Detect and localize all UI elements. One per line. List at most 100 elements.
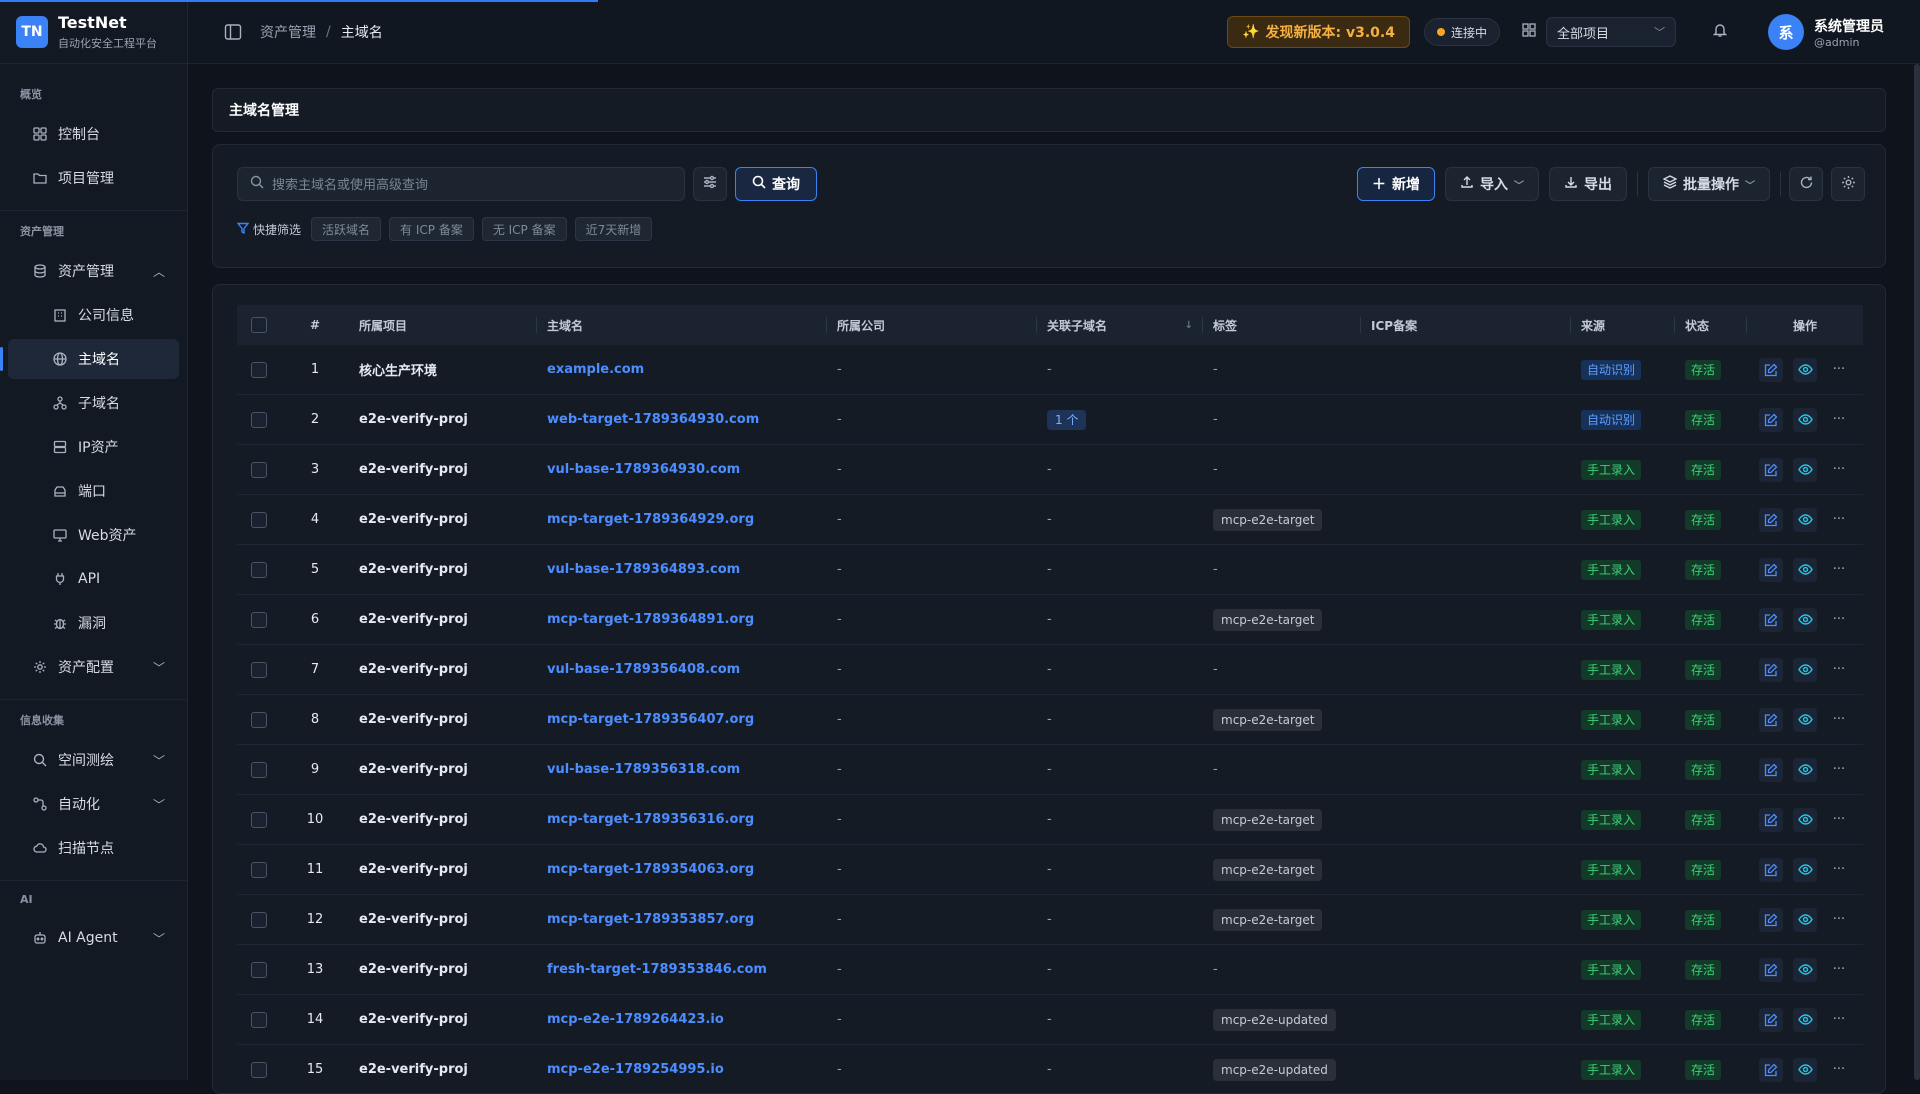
row-checkbox[interactable] [251, 961, 267, 978]
brand[interactable]: TN TestNet 自动化安全工程平台 [0, 0, 187, 64]
sidebar-item-scan-nodes[interactable]: 扫描节点 [8, 828, 179, 868]
new-version-button[interactable]: ✨ 发现新版本: v3.0.4 [1227, 16, 1410, 48]
row-domain-link[interactable]: web-target-1789364930.com [547, 412, 759, 427]
sidebar-item-api[interactable]: API [8, 559, 179, 599]
row-checkbox[interactable] [251, 761, 267, 778]
sidebar-item-web-assets[interactable]: Web资产 [8, 515, 179, 555]
row-checkbox[interactable] [251, 811, 267, 828]
edit-icon[interactable] [1759, 1057, 1783, 1082]
table-row[interactable]: 6 e2e-verify-proj mcp-target-1789364891.or… [237, 595, 1863, 645]
scrollbar-thumb[interactable] [1914, 64, 1920, 1080]
batch-actions-button[interactable]: 批量操作 ﹀ [1648, 167, 1770, 201]
more-icon[interactable]: ··· [1827, 858, 1851, 882]
row-domain-link[interactable]: mcp-target-1789364891.org [547, 612, 754, 627]
export-button[interactable]: 导出 [1549, 167, 1627, 201]
eye-icon[interactable] [1793, 857, 1817, 882]
eye-icon[interactable] [1793, 657, 1817, 682]
edit-icon[interactable] [1759, 457, 1783, 482]
table-row[interactable]: 2 e2e-verify-proj web-target-1789364930.co… [237, 395, 1863, 445]
table-row[interactable]: 14 e2e-verify-proj mcp-e2e-1789264423.io - -… [237, 995, 1863, 1045]
subdomain-count-badge[interactable]: 1 个 [1047, 409, 1087, 430]
eye-icon[interactable] [1793, 757, 1817, 782]
more-icon[interactable]: ··· [1827, 958, 1851, 982]
table-row[interactable]: 7 e2e-verify-proj vul-base-1789356408.com -… [237, 645, 1863, 695]
row-checkbox[interactable] [251, 611, 267, 628]
column-header-subdomains[interactable]: 关联子域名 ↓ [1037, 305, 1203, 345]
column-header-tags[interactable]: 标签 [1203, 305, 1361, 345]
sidebar-item-vulnerabilities[interactable]: 漏洞 [8, 603, 179, 643]
more-icon[interactable]: ··· [1827, 458, 1851, 482]
breadcrumb-parent[interactable]: 资产管理 [260, 22, 316, 42]
refresh-button[interactable] [1789, 167, 1823, 201]
edit-icon[interactable] [1759, 507, 1783, 532]
table-row[interactable]: 13 e2e-verify-proj fresh-target-1789353846… [237, 945, 1863, 995]
eye-icon[interactable] [1793, 557, 1817, 582]
sidebar-toggle-icon[interactable] [224, 23, 242, 41]
more-icon[interactable]: ··· [1827, 358, 1851, 382]
row-checkbox[interactable] [251, 861, 267, 878]
edit-icon[interactable] [1759, 657, 1783, 682]
sidebar-item-asset-management[interactable]: 资产管理 ︿ [8, 251, 179, 291]
eye-icon[interactable] [1793, 357, 1817, 382]
row-domain-link[interactable]: vul-base-1789364893.com [547, 562, 740, 577]
table-row[interactable]: 8 e2e-verify-proj mcp-target-1789356407.or… [237, 695, 1863, 745]
row-domain-link[interactable]: example.com [547, 362, 644, 377]
edit-icon[interactable] [1759, 407, 1783, 432]
row-checkbox[interactable] [251, 561, 267, 578]
more-icon[interactable]: ··· [1827, 658, 1851, 682]
column-header-status[interactable]: 状态 [1675, 305, 1747, 345]
more-icon[interactable]: ··· [1827, 558, 1851, 582]
eye-icon[interactable] [1793, 407, 1817, 432]
row-domain-link[interactable]: mcp-e2e-1789264423.io [547, 1012, 724, 1027]
table-row[interactable]: 5 e2e-verify-proj vul-base-1789364893.com -… [237, 545, 1863, 595]
more-icon[interactable]: ··· [1827, 708, 1851, 732]
import-button[interactable]: 导入 ﹀ [1445, 167, 1539, 201]
row-domain-link[interactable]: mcp-target-1789356407.org [547, 712, 754, 727]
edit-icon[interactable] [1759, 557, 1783, 582]
row-checkbox[interactable] [251, 711, 267, 728]
row-domain-link[interactable]: mcp-target-1789356316.org [547, 812, 754, 827]
row-domain-link[interactable]: mcp-target-1789354063.org [547, 862, 754, 877]
edit-icon[interactable] [1759, 757, 1783, 782]
page-scrollbar[interactable] [1914, 64, 1920, 1080]
table-row[interactable]: 10 e2e-verify-proj mcp-target-1789356316.o… [237, 795, 1863, 845]
edit-icon[interactable] [1759, 957, 1783, 982]
select-all-checkbox[interactable] [251, 317, 267, 333]
user-menu[interactable]: 系 系统管理员 @admin [1768, 14, 1884, 50]
column-settings-button[interactable] [1831, 167, 1865, 201]
row-checkbox[interactable] [251, 1061, 267, 1078]
edit-icon[interactable] [1759, 907, 1783, 932]
edit-icon[interactable] [1759, 1007, 1783, 1032]
bell-icon[interactable] [1712, 22, 1728, 42]
edit-icon[interactable] [1759, 357, 1783, 382]
row-domain-link[interactable]: vul-base-1789356318.com [547, 762, 740, 777]
add-button[interactable]: ＋ 新增 [1357, 167, 1435, 201]
table-row[interactable]: 4 e2e-verify-proj mcp-target-1789364929.or… [237, 495, 1863, 545]
column-header-source[interactable]: 来源 [1571, 305, 1675, 345]
row-domain-link[interactable]: mcp-target-1789353857.org [547, 912, 754, 927]
sidebar-item-ai-agent[interactable]: AI Agent ﹀ [8, 918, 179, 958]
more-icon[interactable]: ··· [1827, 608, 1851, 632]
eye-icon[interactable] [1793, 1057, 1817, 1082]
row-domain-link[interactable]: vul-base-1789364930.com [547, 462, 740, 477]
sidebar-item-root-domains[interactable]: 主域名 [0, 339, 179, 379]
quick-filter-recent[interactable]: 近7天新增 [574, 217, 653, 241]
eye-icon[interactable] [1793, 607, 1817, 632]
sidebar-item-company-info[interactable]: 公司信息 [8, 295, 179, 335]
table-row[interactable]: 1 核心生产环境 example.com - - - 自动识别 存活 ··· [237, 345, 1863, 395]
eye-icon[interactable] [1793, 907, 1817, 932]
eye-icon[interactable] [1793, 1007, 1817, 1032]
row-checkbox[interactable] [251, 461, 267, 478]
more-icon[interactable]: ··· [1827, 908, 1851, 932]
search-input[interactable] [272, 176, 672, 192]
eye-icon[interactable] [1793, 457, 1817, 482]
table-row[interactable]: 12 e2e-verify-proj mcp-target-1789353857.o… [237, 895, 1863, 945]
eye-icon[interactable] [1793, 957, 1817, 982]
edit-icon[interactable] [1759, 707, 1783, 732]
sort-icon[interactable]: ↓ [1185, 320, 1193, 331]
sidebar-item-projects[interactable]: 项目管理 [8, 158, 179, 198]
column-header-icp[interactable]: ICP备案 [1361, 305, 1571, 345]
more-icon[interactable]: ··· [1827, 1008, 1851, 1032]
row-checkbox[interactable] [251, 511, 267, 528]
project-select[interactable]: 全部项目 ﹀ [1546, 17, 1676, 47]
